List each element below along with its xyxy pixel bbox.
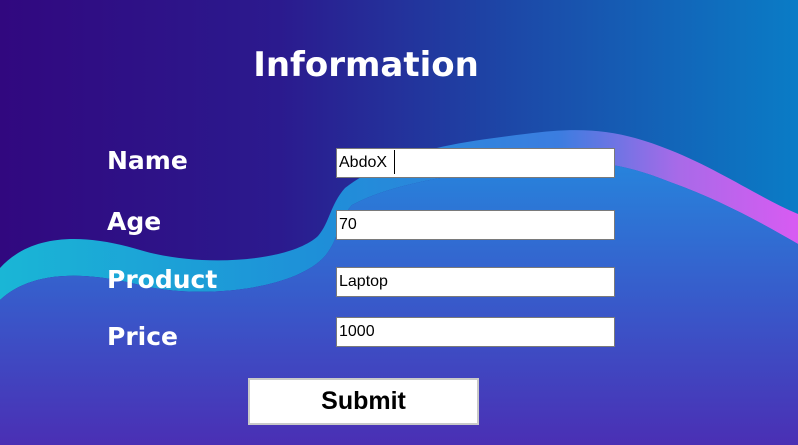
product-input[interactable] xyxy=(336,267,615,297)
form-title: Information xyxy=(253,45,479,85)
price-input[interactable] xyxy=(336,317,615,347)
price-label: Price xyxy=(107,322,178,351)
product-label: Product xyxy=(107,265,218,294)
submit-button[interactable]: Submit xyxy=(248,378,479,425)
age-input[interactable] xyxy=(336,210,615,240)
text-cursor xyxy=(394,150,395,174)
age-label: Age xyxy=(107,207,162,236)
name-input[interactable] xyxy=(336,148,615,178)
name-label: Name xyxy=(107,146,188,175)
